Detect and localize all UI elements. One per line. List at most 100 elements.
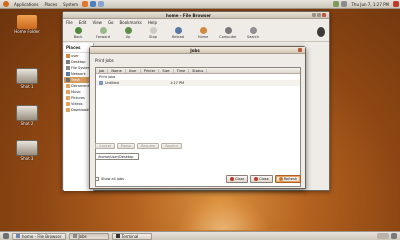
desktop-icon-label: Shot 1: [20, 84, 34, 89]
menu-file[interactable]: File: [66, 20, 73, 25]
home-icon: [199, 27, 207, 34]
forward-label: Forward: [95, 35, 111, 39]
home-folder-icon: [17, 15, 37, 29]
firefox-launcher-icon[interactable]: [82, 1, 89, 7]
folder-icon: [16, 234, 20, 238]
taskbar-item-jobs[interactable]: Jobs: [68, 232, 109, 240]
dialog-heading: Print Jobs: [95, 58, 114, 63]
column-header-user[interactable]: User: [126, 68, 141, 73]
clock[interactable]: Thu Jun 7, 1:27 PM: [348, 2, 392, 7]
clear-button[interactable]: Clear: [226, 175, 249, 183]
filename-field[interactable]: /home/user/Desktop: [95, 153, 139, 160]
stop-button[interactable]: Stop: [142, 27, 164, 39]
taskbar-item-terminal[interactable]: Terminal: [111, 232, 152, 240]
column-header-status[interactable]: Status: [189, 68, 208, 73]
clear-label: Clear: [235, 177, 245, 181]
close-icon[interactable]: [322, 13, 326, 17]
reload-button[interactable]: Reload: [167, 27, 189, 39]
reprint-job-button[interactable]: Reprint: [161, 143, 182, 149]
home-button[interactable]: Home: [192, 27, 214, 39]
up-label: Up: [125, 35, 131, 39]
file-manager-titlebar[interactable]: home - File Browser: [63, 12, 329, 19]
sidebar-item-label: user: [71, 54, 79, 58]
column-header-printer[interactable]: Printer: [141, 68, 160, 73]
trash-icon[interactable]: [391, 233, 397, 239]
taskbar-item-file-browser[interactable]: home - File Browser: [12, 232, 66, 240]
menu-applications[interactable]: Applications: [11, 2, 41, 7]
refresh-button[interactable]: Refresh: [274, 175, 301, 183]
trash-icon: [66, 78, 70, 82]
desktop-icon-shot-1[interactable]: Shot 1: [7, 68, 47, 89]
up-arrow-icon: [124, 27, 132, 34]
screenshot-thumbnail-icon: [16, 68, 38, 84]
desktop-icon-label: Shot 2: [20, 121, 34, 126]
reload-icon: [174, 27, 182, 34]
cancel-job-button[interactable]: Cancel: [95, 143, 115, 149]
job-actions: Cancel Pause Resume Reprint: [95, 143, 184, 149]
menu-edit[interactable]: Edit: [79, 20, 87, 25]
help-launcher-icon[interactable]: [98, 1, 105, 7]
network-icon[interactable]: [333, 1, 340, 7]
show-all-label: Show all jobs: [101, 177, 124, 181]
column-header-name[interactable]: Name: [108, 68, 126, 73]
menu-go[interactable]: Go: [108, 20, 114, 25]
volume-icon[interactable]: [341, 1, 348, 7]
table-row[interactable]: Untitled 1:27 PM: [96, 80, 300, 86]
desktop-icon-shot-2[interactable]: Shot 2: [7, 105, 47, 126]
document-icon: [99, 81, 103, 85]
print-jobs-dialog[interactable]: Jobs Print Jobs Job Name User Printer Si…: [89, 46, 306, 189]
maximize-icon[interactable]: [317, 13, 321, 17]
stop-icon: [149, 27, 157, 34]
mail-launcher-icon[interactable]: [90, 1, 97, 7]
computer-icon: [224, 27, 232, 34]
show-all-checkbox[interactable]: [95, 177, 99, 181]
folder-icon: [66, 90, 70, 94]
desktop-icon-shot-3[interactable]: Shot 3: [7, 140, 47, 161]
column-header-job[interactable]: Job: [96, 68, 109, 73]
workspace-switcher[interactable]: [377, 233, 389, 239]
desktop-icon-home[interactable]: Home Folder: [7, 15, 47, 34]
close-label: Close: [259, 177, 269, 181]
close-icon[interactable]: [298, 48, 302, 52]
column-header-time[interactable]: Time: [174, 68, 190, 73]
taskbar-label: Terminal: [121, 233, 139, 239]
forward-button[interactable]: Forward: [92, 27, 114, 39]
terminal-icon: [115, 234, 120, 238]
clear-icon: [230, 177, 235, 181]
folder-icon: [66, 102, 70, 106]
column-header-size[interactable]: Size: [159, 68, 174, 73]
pause-job-button[interactable]: Pause: [116, 143, 136, 149]
folder-icon: [66, 108, 70, 112]
resume-job-button[interactable]: Resume: [137, 143, 160, 149]
sidebar-item-label: Network: [71, 72, 86, 76]
jobs-list[interactable]: Job Name User Printer Size Time Status P…: [95, 67, 301, 187]
desktop-icon-label: Shot 3: [20, 156, 34, 161]
minimize-icon[interactable]: [312, 13, 316, 17]
sidebar-item-label: Documents: [71, 84, 91, 88]
menu-help[interactable]: Help: [148, 20, 157, 25]
menu-system[interactable]: System: [60, 2, 81, 7]
show-desktop-icon[interactable]: [3, 233, 9, 239]
search-button[interactable]: Search: [242, 27, 264, 39]
home-label: Home: [197, 35, 209, 39]
back-label: Back: [73, 35, 83, 39]
dialog-titlebar[interactable]: Jobs: [90, 47, 305, 54]
drive-icon: [66, 66, 70, 70]
sidebar-item-label: Pictures: [71, 96, 85, 100]
screenshot-thumbnail-icon: [16, 140, 38, 156]
close-button[interactable]: Close: [250, 175, 273, 183]
sidebar-item-label: Trash: [71, 78, 81, 82]
forward-arrow-icon: [99, 27, 107, 34]
computer-button[interactable]: Computer: [217, 27, 239, 39]
menu-bookmarks[interactable]: Bookmarks: [120, 20, 142, 25]
up-button[interactable]: Up: [117, 27, 139, 39]
network-icon: [66, 72, 70, 76]
menu-view[interactable]: View: [92, 20, 102, 25]
desktop-icon-label: Home Folder: [14, 29, 40, 34]
shutdown-icon[interactable]: [393, 1, 399, 7]
back-button[interactable]: Back: [67, 27, 89, 39]
menu-places[interactable]: Places: [41, 2, 60, 7]
top-panel: Applications Places System Thu Jun 7, 1:…: [0, 0, 400, 9]
sidebar-item-label: Music: [71, 90, 81, 94]
taskbar-label: home - File Browser: [22, 233, 62, 239]
